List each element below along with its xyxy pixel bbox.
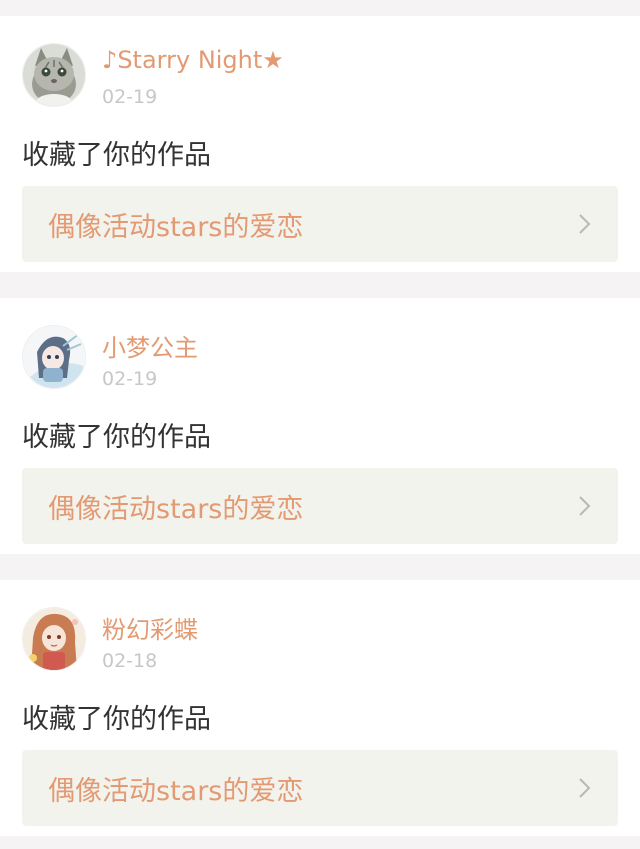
user-avatar[interactable] — [22, 607, 86, 671]
work-link[interactable]: 偶像活动stars的爱恋 — [22, 750, 618, 826]
user-avatar[interactable] — [22, 43, 86, 107]
chevron-right-icon — [578, 777, 592, 799]
notification-card: ♪Starry Night★ 02-19 收藏了你的作品 偶像活动stars的爱… — [0, 16, 640, 272]
user-avatar[interactable] — [22, 325, 86, 389]
chevron-right-icon — [578, 495, 592, 517]
chevron-right-icon — [578, 213, 592, 235]
user-name[interactable]: ♪Starry Night★ — [102, 46, 284, 74]
work-link[interactable]: 偶像活动stars的爱恋 — [22, 468, 618, 544]
user-name[interactable]: 小梦公主 — [102, 328, 198, 363]
user-name[interactable]: 粉幻彩蝶 — [102, 610, 198, 645]
action-text: 收藏了你的作品 — [22, 704, 211, 735]
action-text: 收藏了你的作品 — [22, 422, 211, 453]
action-text: 收藏了你的作品 — [22, 140, 211, 171]
cat-avatar-icon — [23, 44, 85, 106]
notification-card: 粉幻彩蝶 02-18 收藏了你的作品 偶像活动stars的爱恋 — [0, 580, 640, 836]
notification-card: 小梦公主 02-19 收藏了你的作品 偶像活动stars的爱恋 — [0, 298, 640, 554]
work-link[interactable]: 偶像活动stars的爱恋 — [22, 186, 618, 262]
timestamp: 02-19 — [102, 368, 158, 390]
timestamp: 02-18 — [102, 650, 158, 672]
anime-girl-avatar-icon — [23, 608, 85, 670]
anime-girl-avatar-icon — [23, 326, 85, 388]
timestamp: 02-19 — [102, 86, 158, 108]
work-title: 偶像活动stars的爱恋 — [48, 493, 304, 525]
work-title: 偶像活动stars的爱恋 — [48, 211, 304, 243]
work-title: 偶像活动stars的爱恋 — [48, 775, 304, 807]
